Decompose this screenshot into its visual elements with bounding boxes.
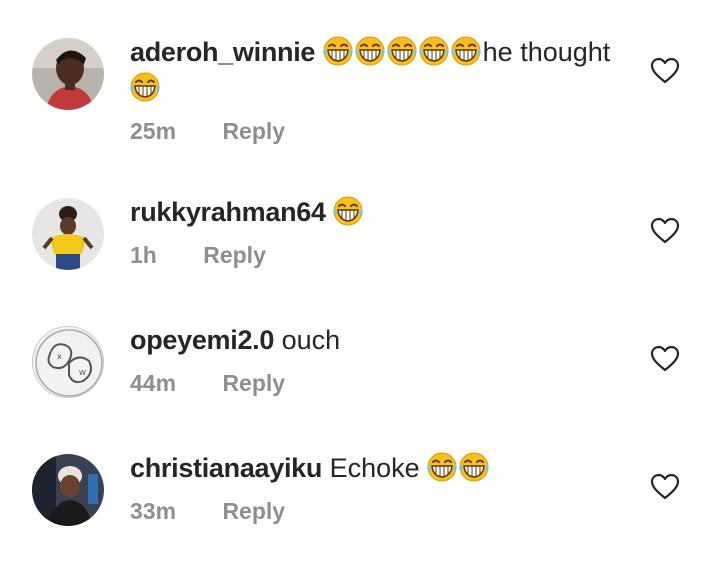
laugh-emoji-icon [450,36,481,66]
comment-timestamp: 33m [130,498,177,524]
comment-body: Echoke [329,453,420,483]
comment-meta: 44m Reply [130,368,635,398]
avatar[interactable] [32,198,104,270]
comment-timestamp: 1h [130,242,157,268]
comment-timestamp: 25m [130,118,177,144]
svg-text:x: x [57,352,62,361]
laugh-emoji-icon [354,36,385,66]
comment-timestamp: 44m [130,370,177,396]
laugh-emoji-icon [130,72,160,102]
username-link[interactable]: rukkyrahman64 [130,197,326,227]
heart-outline-icon[interactable] [651,346,679,372]
comment-text: aderoh_winnie he thought [130,34,635,106]
svg-text:W: W [79,369,86,377]
laugh-emoji-icon [459,452,490,482]
laugh-emoji-icon [322,36,353,66]
reply-button[interactable]: Reply [222,368,285,398]
heart-outline-icon[interactable] [651,58,679,84]
laugh-emoji-icon [418,36,449,66]
comment-text: rukkyrahman64 [130,194,635,230]
comment-body: he thought [482,37,611,67]
username-link[interactable]: aderoh_winnie [130,37,315,67]
comment-body: ouch [281,325,341,355]
laugh-emoji-icon [427,452,458,482]
comment-meta: 33m Reply [130,496,635,526]
avatar[interactable] [32,454,104,526]
comment-meta: 1h Reply [130,240,635,270]
username-link[interactable]: christianaayiku [130,453,322,483]
laugh-emoji-icon [333,196,364,226]
laugh-emoji-icon [386,36,417,66]
avatar[interactable]: x W [32,326,104,398]
heart-outline-icon[interactable] [651,474,679,500]
heart-outline-icon[interactable] [651,218,679,244]
comment-text: opeyemi2.0 ouch [130,322,635,358]
username-link[interactable]: opeyemi2.0 [130,325,274,355]
reply-button[interactable]: Reply [222,496,285,526]
reply-button[interactable]: Reply [203,240,266,270]
comment-meta: 25m Reply [130,116,635,146]
comment-text: christianaayiku Echoke [130,450,635,486]
reply-button[interactable]: Reply [222,116,285,146]
avatar[interactable] [32,38,104,110]
